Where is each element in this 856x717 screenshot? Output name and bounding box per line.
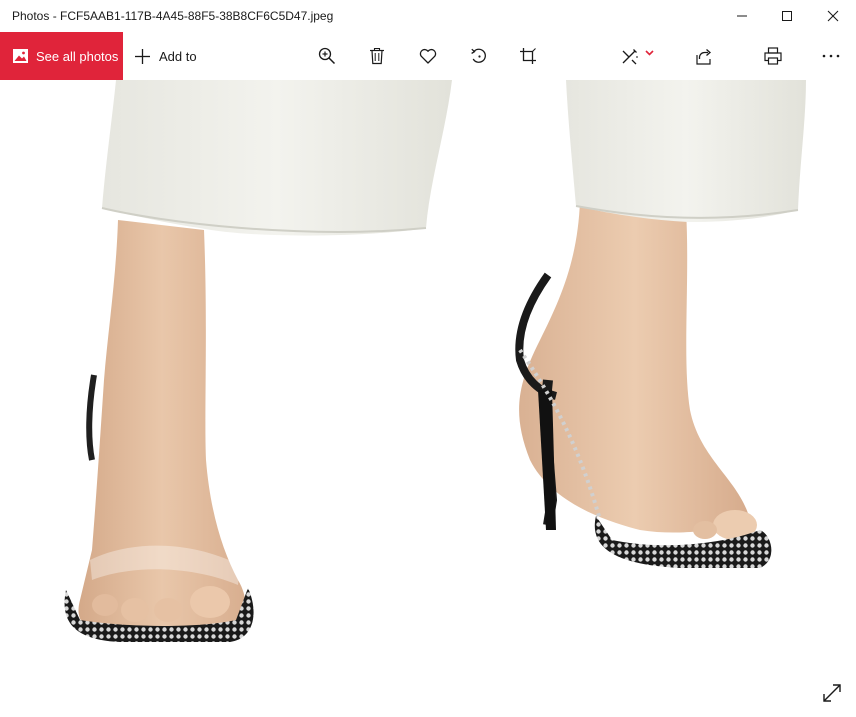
crop-icon: [520, 48, 536, 64]
photos-icon: [13, 49, 28, 63]
minimize-button[interactable]: [719, 0, 765, 32]
add-to-button[interactable]: Add to: [134, 32, 197, 80]
add-to-label: Add to: [159, 48, 197, 64]
favorite-icon: [419, 48, 437, 64]
edit-icon: [622, 49, 638, 65]
full-screen-button[interactable]: [820, 681, 844, 705]
close-icon: [827, 10, 839, 22]
zoom-button[interactable]: [309, 32, 345, 80]
see-all-photos-button[interactable]: See all photos: [0, 32, 123, 80]
photo-image: [64, 80, 806, 642]
title-bar: Photos - FCF5AAB1-117B-4A45-88F5-38B8CF6…: [0, 0, 856, 32]
rotate-icon: [471, 48, 486, 63]
chevron-down-icon: [644, 50, 654, 56]
minimize-icon: [737, 15, 747, 17]
expand-icon: [823, 684, 841, 702]
zoom-in-icon: [318, 47, 336, 65]
favorite-button[interactable]: [410, 32, 446, 80]
maximize-icon: [782, 11, 792, 21]
photo-viewer[interactable]: [0, 80, 856, 717]
toolbar: See all photos Add to: [0, 32, 856, 80]
more-button[interactable]: [813, 32, 849, 80]
close-button[interactable]: [810, 0, 856, 32]
plus-icon: [135, 48, 150, 64]
print-icon: [764, 47, 782, 65]
edit-create-button[interactable]: [612, 32, 662, 80]
share-button[interactable]: [687, 32, 723, 80]
delete-icon: [370, 47, 384, 65]
window-title: Photos - FCF5AAB1-117B-4A45-88F5-38B8CF6…: [12, 9, 334, 23]
more-icon: [822, 54, 840, 58]
share-icon: [696, 48, 711, 65]
print-button[interactable]: [755, 32, 791, 80]
rotate-button[interactable]: [461, 32, 497, 80]
delete-button[interactable]: [359, 32, 395, 80]
maximize-button[interactable]: [764, 0, 810, 32]
crop-button[interactable]: [510, 32, 546, 80]
see-all-photos-label: See all photos: [36, 48, 119, 64]
